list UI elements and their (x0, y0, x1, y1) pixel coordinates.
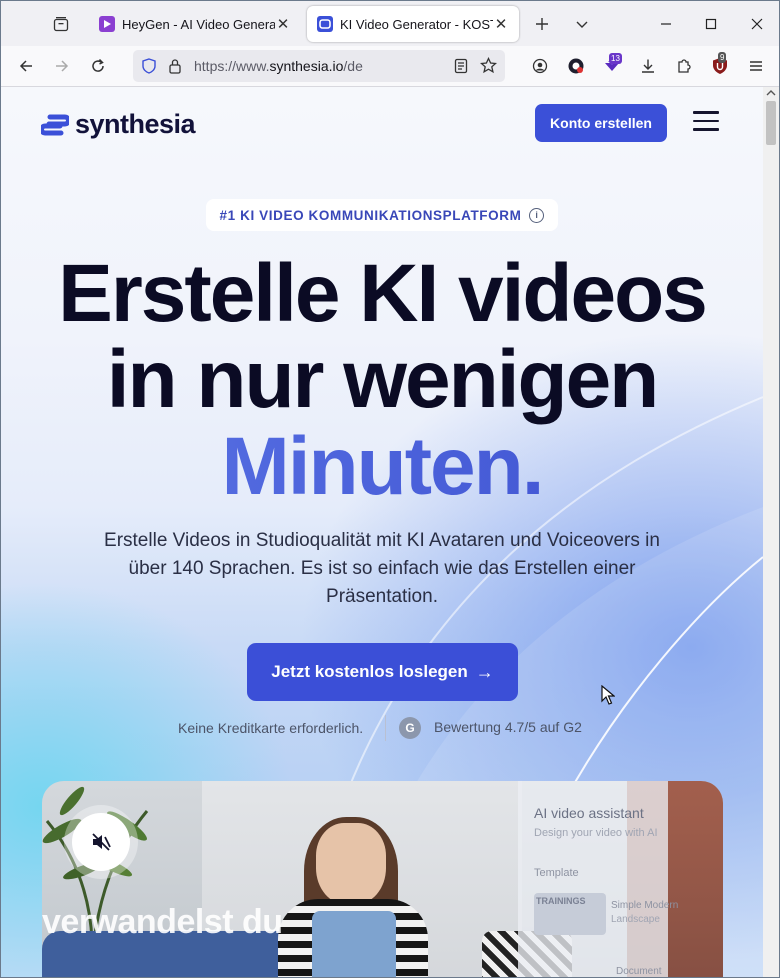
tab-strip: HeyGen - AI Video Generator ✕ KI Video G… (1, 1, 779, 46)
no-credit-card-note: Keine Kreditkarte erforderlich. (178, 720, 364, 736)
reload-button[interactable] (84, 52, 112, 80)
list-all-tabs-icon (53, 17, 69, 32)
tab-title: HeyGen - AI Video Generator (122, 16, 275, 32)
hamburger-line (693, 111, 719, 114)
arrow-left-icon (19, 60, 32, 72)
extensions-button[interactable] (670, 52, 698, 80)
forward-button[interactable] (48, 52, 76, 80)
minimize-icon (661, 23, 671, 25)
avatar-face (316, 823, 386, 905)
reader-view-icon[interactable] (454, 58, 468, 74)
scroll-up-arrow-icon[interactable] (766, 89, 776, 97)
eyebrow-badge: #1 KI VIDEO KOMMUNIKATIONSPLATFORM i (206, 199, 558, 231)
hamburger-menu-icon (750, 61, 762, 71)
tab-close-icon[interactable]: ✕ (275, 15, 291, 33)
extension-download-helper-button[interactable]: 13 (598, 52, 626, 80)
arrow-right-icon (56, 60, 69, 72)
info-icon[interactable]: i (529, 207, 545, 223)
panel-title: AI video assistant (534, 805, 644, 821)
mute-toggle-button[interactable] (72, 813, 130, 871)
avatar-overall (312, 911, 396, 977)
extension-badge: 9 (718, 52, 727, 63)
headline-line-3: Minuten. (1, 424, 763, 510)
panel-subtitle: Design your video with AI (534, 827, 658, 839)
site-menu-button[interactable] (693, 111, 719, 133)
ai-assistant-panel: AI video assistant Design your video wit… (518, 781, 678, 977)
navigation-toolbar: https://www.synthesia.io/de 13 9 (1, 46, 779, 87)
web-page: synthesia Konto erstellen #1 KI VIDEO KO… (1, 87, 763, 977)
g2-logo-icon: G (399, 717, 421, 739)
download-icon (642, 59, 654, 73)
hero-subtitle: Erstelle Videos in Studioqualität mit KI… (104, 530, 660, 607)
maximize-icon (705, 18, 717, 30)
minimize-button[interactable] (652, 10, 680, 38)
bookmark-star-icon[interactable] (480, 57, 497, 74)
browser-window: HeyGen - AI Video Generator ✕ KI Video G… (0, 0, 780, 978)
speaker-muted-icon (92, 833, 111, 851)
lock-icon (169, 59, 181, 74)
puzzle-icon (678, 59, 691, 73)
url-text: https://www.synthesia.io/de (194, 58, 363, 74)
start-free-label: Jetzt kostenlos loslegen (271, 662, 468, 681)
app-menu-button[interactable] (742, 52, 770, 80)
start-free-button[interactable]: Jetzt kostenlos loslegen → (247, 643, 518, 701)
extension-badge: 13 (609, 53, 622, 64)
heygen-play-icon (99, 16, 115, 32)
synthesia-logo[interactable]: synthesia (41, 109, 196, 140)
close-window-button[interactable] (743, 10, 771, 38)
close-icon (751, 18, 763, 30)
divider (385, 715, 386, 741)
account-button[interactable] (526, 52, 554, 80)
scrollbar-thumb[interactable] (766, 101, 776, 145)
address-bar[interactable]: https://www.synthesia.io/de (133, 50, 505, 82)
tab-heygen[interactable]: HeyGen - AI Video Generator ✕ (89, 6, 301, 42)
template-label: Template (534, 867, 579, 879)
g2-rating[interactable]: Bewertung 4.7/5 auf G2 (434, 719, 582, 735)
tab-list-button[interactable] (568, 10, 596, 38)
plus-icon (536, 18, 548, 30)
synthesia-logo-icon (41, 114, 69, 135)
arrow-right-icon: → (475, 661, 494, 682)
create-account-button[interactable]: Konto erstellen (535, 104, 667, 142)
tab-close-icon[interactable]: ✕ (493, 15, 509, 33)
back-button[interactable] (12, 52, 40, 80)
downloads-button[interactable] (634, 52, 662, 80)
hero-video-player[interactable]: verwandelst du AI video assistant Design… (42, 781, 723, 977)
logo-wordmark: synthesia (75, 109, 196, 139)
document-label: Document (616, 966, 662, 977)
tab-synthesia[interactable]: KI Video Generator - KOSTENLOS ✕ (307, 6, 519, 42)
maximize-button[interactable] (697, 10, 725, 38)
mouse-cursor-icon (601, 685, 615, 705)
headline-line-2: in nur wenigen (106, 334, 660, 425)
template-format: Landscape (611, 914, 660, 925)
synthesia-icon (317, 16, 333, 32)
privacy-badger-icon (568, 58, 584, 74)
tab-title: KI Video Generator - KOSTENLOS (340, 16, 493, 32)
hamburger-line (693, 128, 719, 131)
template-thumbnail: TRAININGS (534, 893, 606, 935)
page-scrollbar[interactable] (763, 87, 779, 977)
template-name: Simple Modern (611, 900, 679, 911)
chevron-down-icon (576, 21, 588, 28)
new-tab-button[interactable] (528, 10, 556, 38)
headline-line-1: Erstelle KI videos (58, 248, 708, 339)
shield-icon (142, 58, 156, 74)
hamburger-line (693, 119, 719, 122)
extension-privacy-button[interactable] (562, 52, 590, 80)
video-caption-text: verwandelst du (42, 903, 283, 941)
thumbnail-label: TRAININGS (536, 896, 586, 906)
tab-overview-button[interactable] (47, 10, 75, 38)
account-icon (532, 58, 548, 74)
reload-icon (92, 58, 104, 72)
eyebrow-text: #1 KI VIDEO KOMMUNIKATIONSPLATFORM (219, 207, 522, 223)
trust-row: Keine Kreditkarte erforderlich. G Bewert… (1, 715, 763, 741)
extension-ublock-button[interactable]: 9 (706, 52, 734, 80)
